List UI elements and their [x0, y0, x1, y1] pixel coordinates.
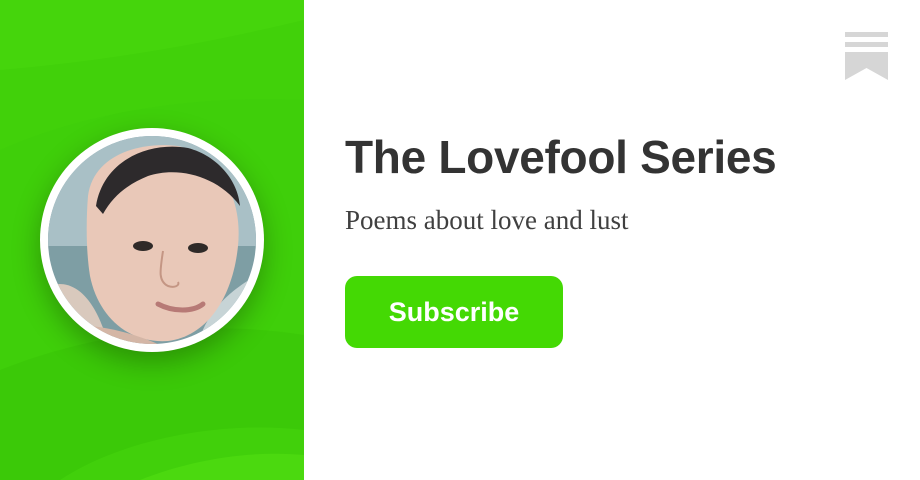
brand-panel	[0, 0, 304, 480]
content-panel: The Lovefool Series Poems about love and…	[304, 0, 920, 480]
author-avatar[interactable]	[48, 136, 256, 344]
publication-card: The Lovefool Series Poems about love and…	[0, 0, 920, 480]
bookmark-icon	[845, 32, 888, 80]
publication-description: Poems about love and lust	[345, 205, 629, 235]
subscribe-button[interactable]: Subscribe	[345, 276, 563, 348]
publication-title: The Lovefool Series	[345, 131, 777, 183]
avatar-frame	[40, 128, 264, 352]
